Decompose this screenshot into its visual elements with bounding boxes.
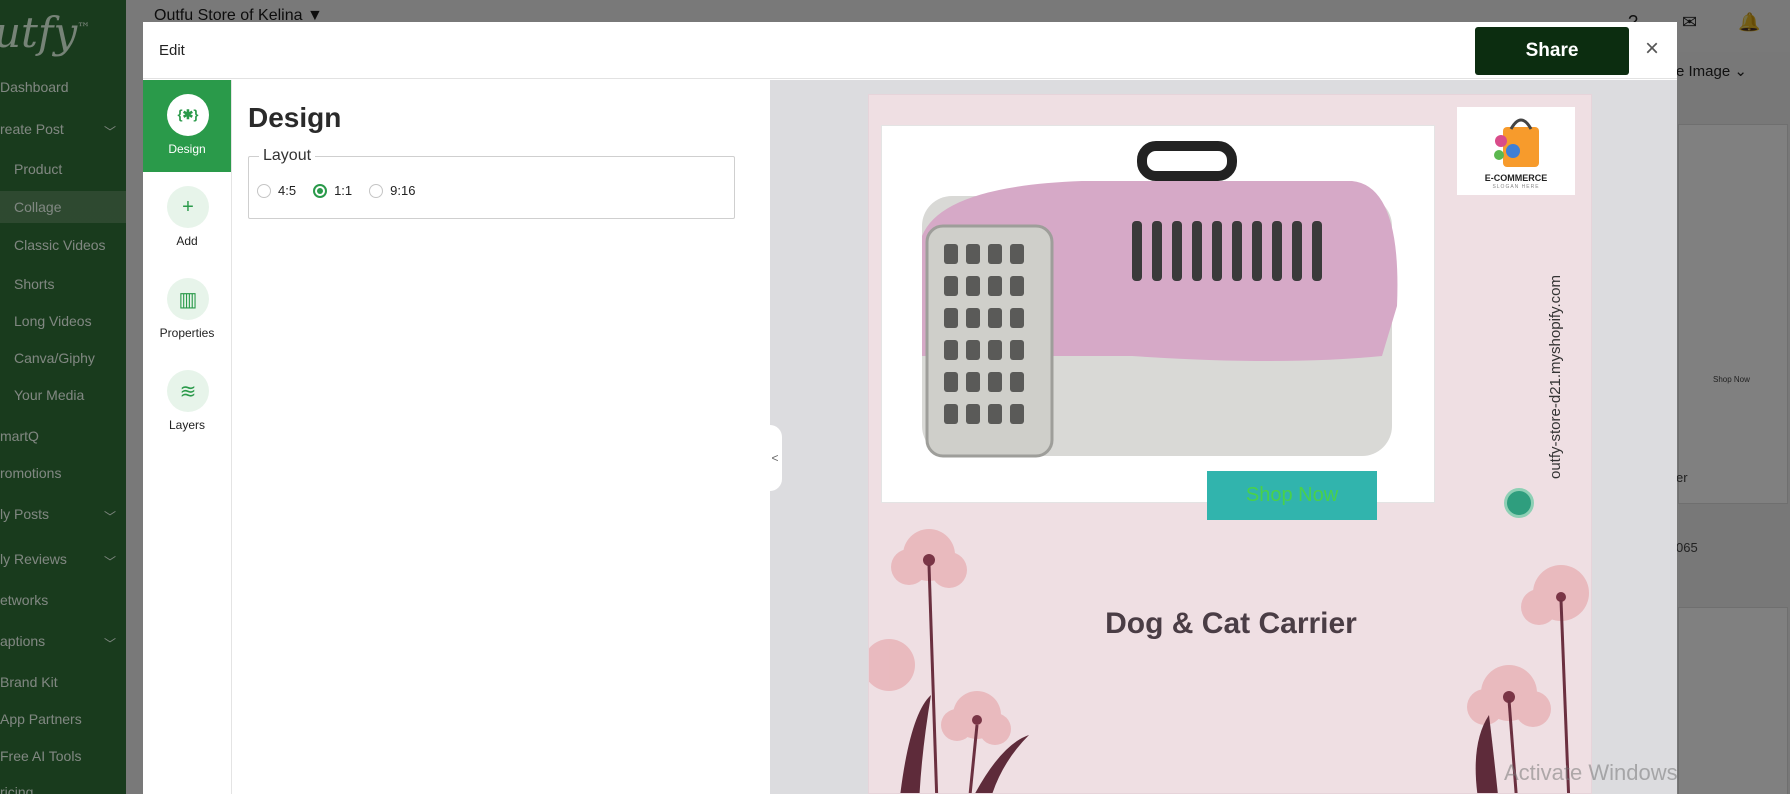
sidebar-item-smartq[interactable]: martQ [0,428,39,444]
brand-logo[interactable]: E-COMMERCE SLOGAN HERE [1457,107,1575,195]
sidebar-item-create-post[interactable]: reate Post [0,121,64,137]
radio-label: 4:5 [278,183,297,198]
pet-carrier-image [922,141,1398,458]
radio-label: 9:16 [390,183,416,198]
sidebar-item-classic-videos[interactable]: Classic Videos [14,237,106,253]
design-panel: Design Layout 4:5 1:1 9:16 [233,80,857,794]
sidebar-item-brand-kit[interactable]: Brand Kit [0,674,58,690]
layout-option-4-5[interactable]: 4:5 [257,183,296,198]
layout-fieldset: Layout 4:5 1:1 9:16 [248,147,735,219]
store-url-text[interactable]: outfy-store-d21.myshopify.com [1547,239,1564,479]
sidebar-item-my-reviews[interactable]: ly Reviews [0,551,67,567]
share-button[interactable]: Share [1475,27,1629,75]
tool-rail: {✱} Design + Add ▥ Properties ≋ Layers [143,80,232,794]
chevron-down-icon[interactable]: ﹀ [104,635,116,652]
sidebar-item-pricing[interactable]: ricing [0,784,33,794]
image-type-dropdown[interactable]: e Image ⌄ [1676,62,1747,80]
logo-text: E-COMMERCE [1484,173,1548,183]
radio-button[interactable] [257,183,271,198]
tool-label: Design [168,142,206,156]
modal-title: Edit [159,42,185,59]
design-icon: {✱} [167,94,209,136]
layout-option-1-1[interactable]: 1:1 [313,183,352,198]
layers-icon: ≋ [167,370,209,412]
app-sidebar: utfy™ Dashboard reate Post ﹀ Product Col… [0,0,126,794]
sidebar-item-app-partners[interactable]: App Partners [0,711,82,727]
radio-label: 1:1 [334,183,353,198]
add-icon: + [167,186,209,228]
chevron-down-icon[interactable]: ﹀ [104,553,116,570]
product-title[interactable]: Dog & Cat Carrier [869,607,1591,641]
background-post-card[interactable]: Shop Now [1678,124,1788,504]
card-snippet: 065 [1676,540,1698,555]
tool-properties[interactable]: ▥ Properties [143,264,231,356]
sidebar-item-captions[interactable]: aptions [0,633,45,649]
chevron-down-icon[interactable]: ﹀ [104,508,116,525]
sidebar-item-promotions[interactable]: romotions [0,465,61,481]
design-canvas[interactable]: E-COMMERCE SLOGAN HERE outfy-store-d21.m… [868,94,1592,794]
layout-radio-group: 4:5 1:1 9:16 [257,183,432,198]
app-logo: utfy™ [0,8,91,57]
background-post-card[interactable] [1678,607,1788,794]
radio-button-selected[interactable] [313,183,328,198]
sidebar-item-collage[interactable]: Collage [14,199,61,215]
layout-option-9-16[interactable]: 9:16 [369,183,415,198]
chevron-down-icon[interactable]: ﹀ [104,123,116,140]
collapse-panel-button[interactable]: < [768,425,782,491]
tool-label: Properties [159,326,215,340]
tool-add[interactable]: + Add [143,172,231,264]
shop-now-button[interactable]: Shop Now [1207,471,1377,520]
sidebar-item-product[interactable]: Product [14,161,62,177]
background-right-panel: e Image ⌄ Shop Now er 065 [1676,52,1790,794]
radio-button[interactable] [369,183,384,198]
sidebar-item-free-ai-tools[interactable]: Free AI Tools [0,748,81,764]
sidebar-item-dashboard[interactable]: Dashboard [0,79,69,95]
shopping-bag-icon [1494,118,1539,167]
product-photo[interactable] [881,125,1435,503]
sidebar-item-canva-giphy[interactable]: Canva/Giphy [14,350,95,366]
card-shop-now: Shop Now [1713,375,1750,384]
properties-icon: ▥ [167,278,209,320]
sidebar-item-networks[interactable]: etworks [0,592,48,608]
green-dot-marker[interactable] [1504,488,1534,518]
bell-icon[interactable]: 🔔 [1738,12,1760,33]
edit-modal: Edit Share × {✱} Design + Add ▥ Properti… [143,22,1677,794]
os-watermark: Activate Windows [1504,760,1678,785]
tool-design[interactable]: {✱} Design [143,80,231,172]
close-icon[interactable]: × [1639,36,1665,62]
sidebar-item-my-posts[interactable]: ly Posts [0,506,49,522]
flower-decoration [869,529,1589,793]
tool-label: Add [176,234,198,248]
sidebar-item-long-videos[interactable]: Long Videos [14,313,92,329]
sidebar-item-your-media[interactable]: Your Media [14,387,84,403]
modal-header: Edit Share × [143,22,1677,79]
mail-icon[interactable]: ✉ [1682,12,1697,33]
card-snippet: er [1676,470,1688,485]
panel-title: Design [248,102,342,133]
preview-area: < E-COMMERCE SLOGAN HERE outfy-store-d21… [768,80,1677,794]
layout-legend: Layout [259,147,316,165]
tool-label: Layers [168,418,206,432]
sidebar-item-shorts[interactable]: Shorts [14,276,54,292]
tool-layers[interactable]: ≋ Layers [143,356,231,448]
logo-slogan: SLOGAN HERE [1492,184,1540,190]
